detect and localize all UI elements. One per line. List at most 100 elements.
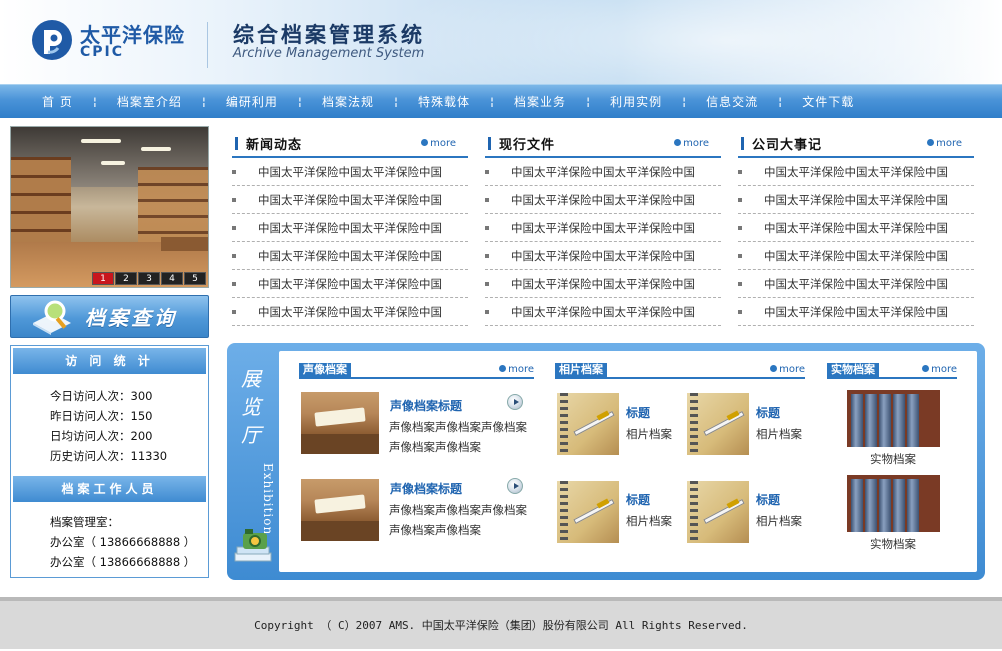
news-item[interactable]: 中国太平洋保险中国太平洋保险中国 <box>485 186 721 214</box>
news-item[interactable]: 中国太平洋保险中国太平洋保险中国 <box>738 242 974 270</box>
news-item[interactable]: 中国太平洋保险中国太平洋保险中国 <box>485 242 721 270</box>
photo-archive-title[interactable]: 标题 <box>756 404 780 421</box>
news-item[interactable]: 中国太平洋保险中国太平洋保险中国 <box>232 242 468 270</box>
more-link[interactable]: more <box>927 138 962 149</box>
more-link[interactable]: more <box>674 138 709 149</box>
news-item[interactable]: 中国太平洋保险中国太平洋保险中国 <box>232 298 468 326</box>
main-nav: 首 页 ¦ 档案室介绍 ¦ 编研利用 ¦ 档案法规 ¦ 特殊载体 ¦ 档案业务 … <box>0 84 1002 118</box>
nav-item-special-media[interactable]: 特殊载体 <box>404 93 484 110</box>
audio-archive-thumbnail[interactable] <box>301 479 379 541</box>
physical-archive-caption: 实物档案 <box>870 537 916 551</box>
nav-separator: ¦ <box>297 95 302 108</box>
bullet-icon <box>232 198 236 202</box>
play-icon[interactable] <box>507 394 523 410</box>
news-item[interactable]: 中国太平洋保险中国太平洋保险中国 <box>738 158 974 186</box>
slide-number-button[interactable]: 4 <box>161 272 183 285</box>
audio-archive-text: 声像档案声像档案 <box>389 523 481 537</box>
news-item[interactable]: 中国太平洋保险中国太平洋保险中国 <box>738 186 974 214</box>
news-item-text: 中国太平洋保险中国太平洋保险中国 <box>764 277 948 291</box>
nav-separator: ¦ <box>92 95 97 108</box>
physical-archive-thumbnail[interactable] <box>847 390 940 447</box>
bullet-icon <box>232 170 236 174</box>
more-label: more <box>508 364 534 375</box>
nav-item-regulations[interactable]: 档案法规 <box>308 93 388 110</box>
slide-number-button[interactable]: 5 <box>184 272 206 285</box>
photo-archive-thumbnail[interactable] <box>557 481 619 543</box>
news-column-news: 新闻动态 more 中国太平洋保险中国太平洋保险中国 中国太平洋保险中国太平洋保… <box>232 130 468 326</box>
visit-stats-title: 访 问 统 计 <box>13 348 206 374</box>
bullet-icon <box>738 226 742 230</box>
nav-item-use-cases[interactable]: 利用实例 <box>596 93 676 110</box>
bullet-icon <box>232 254 236 258</box>
archive-search-label: 档案查询 <box>85 306 177 330</box>
header-swoosh <box>380 0 1002 84</box>
slide-number-button[interactable]: 1 <box>92 272 114 285</box>
slide-pager: 1 2 3 4 5 <box>92 272 206 285</box>
cpic-logo-icon[interactable] <box>30 18 74 62</box>
news-item[interactable]: 中国太平洋保险中国太平洋保险中国 <box>738 298 974 326</box>
notebook-rings <box>560 393 568 455</box>
library-slideshow[interactable]: 1 2 3 4 5 <box>10 126 209 288</box>
physical-archive-thumbnail[interactable] <box>847 475 940 532</box>
news-item[interactable]: 中国太平洋保险中国太平洋保险中国 <box>485 298 721 326</box>
staff-title: 档案工作人员 <box>13 476 206 502</box>
section-header: 实物档案 more <box>827 363 957 379</box>
more-icon <box>927 139 935 146</box>
news-item[interactable]: 中国太平洋保险中国太平洋保险中国 <box>232 186 468 214</box>
audio-archive-title[interactable]: 声像档案标题 <box>390 480 462 497</box>
news-item-text: 中国太平洋保险中国太平洋保险中国 <box>511 193 695 207</box>
section-header: 相片档案 more <box>555 363 805 379</box>
news-item[interactable]: 中国太平洋保险中国太平洋保险中国 <box>738 270 974 298</box>
slide-number-button[interactable]: 3 <box>138 272 160 285</box>
photo-archive-thumbnail[interactable] <box>687 393 749 455</box>
play-icon[interactable] <box>507 478 523 494</box>
book-spine <box>851 479 863 532</box>
news-item[interactable]: 中国太平洋保险中国太平洋保险中国 <box>232 158 468 186</box>
more-link[interactable]: more <box>770 364 805 375</box>
nav-item-info-exchange[interactable]: 信息交流 <box>692 93 772 110</box>
nav-item-home[interactable]: 首 页 <box>28 93 87 110</box>
slide-number-button[interactable]: 2 <box>115 272 137 285</box>
more-link[interactable]: more <box>499 364 534 375</box>
audio-archive-title[interactable]: 声像档案标题 <box>390 397 462 414</box>
nav-item-archive-business[interactable]: 档案业务 <box>500 93 580 110</box>
section-header: 声像档案 more <box>299 363 534 379</box>
news-item[interactable]: 中国太平洋保险中国太平洋保险中国 <box>485 214 721 242</box>
news-list: 中国太平洋保险中国太平洋保险中国 中国太平洋保险中国太平洋保险中国 中国太平洋保… <box>738 158 974 326</box>
photo-archive-title[interactable]: 标题 <box>626 404 650 421</box>
news-item[interactable]: 中国太平洋保险中国太平洋保险中国 <box>232 214 468 242</box>
news-item-text: 中国太平洋保险中国太平洋保险中国 <box>764 305 948 319</box>
archive-search-button[interactable]: 档案查询 <box>10 295 209 338</box>
photo-archive-thumbnail[interactable] <box>557 393 619 455</box>
photo-archives-section: 相片档案 more <box>555 363 805 379</box>
photo-archive-thumbnail[interactable] <box>687 481 749 543</box>
bullet-icon <box>485 282 489 286</box>
news-item[interactable]: 中国太平洋保险中国太平洋保险中国 <box>738 214 974 242</box>
photo-archive-title[interactable]: 标题 <box>756 491 780 508</box>
bullet-icon <box>738 310 742 314</box>
nav-item-research-use[interactable]: 编研利用 <box>212 93 292 110</box>
nav-separator: ¦ <box>490 95 495 108</box>
nav-item-archive-intro[interactable]: 档案室介绍 <box>103 93 196 110</box>
more-link[interactable]: more <box>421 138 456 149</box>
book-spine <box>907 479 919 532</box>
news-item[interactable]: 中国太平洋保险中国太平洋保险中国 <box>232 270 468 298</box>
news-item[interactable]: 中国太平洋保险中国太平洋保险中国 <box>485 270 721 298</box>
more-label: more <box>931 364 957 375</box>
bullet-icon <box>232 282 236 286</box>
audio-archives-section: 声像档案 more <box>299 363 534 379</box>
site-footer: Copyright （ C）2007 AMS. 中国太平洋保险（集团）股份有限公… <box>0 597 1002 649</box>
open-book-shape <box>314 407 366 427</box>
magnifier-icon <box>33 300 71 335</box>
photo-archive-title[interactable]: 标题 <box>626 491 650 508</box>
bullet-icon <box>485 254 489 258</box>
news-column-title: 现行文件 <box>499 138 556 153</box>
more-link[interactable]: more <box>922 364 957 375</box>
staff-list: 档案管理室： 办公室（ 13866668888 ） 办公室（ 138666688… <box>11 504 208 572</box>
audio-archive-thumbnail[interactable] <box>301 392 379 454</box>
system-title: 综合档案管理系统 <box>233 23 425 47</box>
more-label: more <box>936 138 962 149</box>
nav-item-downloads[interactable]: 文件下载 <box>788 93 868 110</box>
news-item[interactable]: 中国太平洋保险中国太平洋保险中国 <box>485 158 721 186</box>
exhibition-content: 声像档案 more 声像档案标题 声像档案声像档案声像档案 声像档案声像档案 声… <box>279 351 977 572</box>
